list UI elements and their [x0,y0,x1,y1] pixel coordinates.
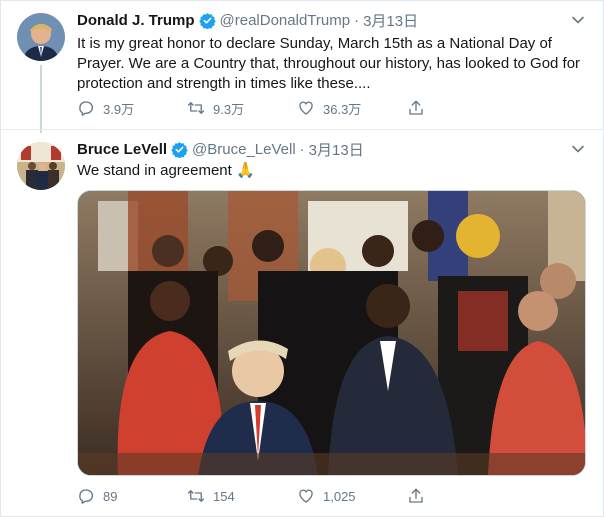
retweet-icon [187,490,205,502]
avatar[interactable] [17,142,65,190]
separator: · [299,140,305,158]
separator: · [354,11,360,29]
prayer-photo-image [78,191,585,475]
handle[interactable]: @realDonaldTrump [220,12,351,29]
thread-line [40,65,42,133]
verified-badge-icon [171,141,188,158]
like-count: 36.3万 [323,101,362,117]
timestamp[interactable]: 3月13日 [309,139,364,160]
tweet-2[interactable]: Bruce LeVell @Bruce_LeVell · 3月13日 We st… [1,129,604,517]
reply-icon [79,489,94,504]
reply-icon [79,101,94,116]
tweet-header: Donald J. Trump @realDonaldTrump · 3月13日 [77,10,565,30]
tweet-actions: 3.9万 9.3万 36.3万 [77,98,507,118]
tweet-thread: Donald J. Trump @realDonaldTrump · 3月13日… [0,0,604,517]
timestamp[interactable]: 3月13日 [363,10,418,31]
retweet-count: 154 [213,488,235,504]
like-icon [299,489,313,503]
display-name[interactable]: Bruce LeVell [77,141,167,158]
like-button[interactable]: 36.3万 [297,99,407,118]
verified-badge-icon [198,12,216,29]
retweet-icon [187,102,205,114]
share-button[interactable] [407,99,447,117]
chevron-down-icon[interactable] [571,13,585,27]
share-button[interactable] [407,487,447,505]
share-icon [409,100,423,115]
reply-button[interactable]: 89 [77,487,187,505]
retweet-count: 9.3万 [213,101,245,117]
chevron-down-icon[interactable] [571,142,585,156]
display-name[interactable]: Donald J. Trump [77,12,195,29]
tweet-text: We stand in agreement 🙏 [77,162,255,179]
tweet-actions: 89 154 1,025 [77,486,507,506]
avatar[interactable] [17,13,65,61]
retweet-button[interactable]: 9.3万 [187,99,297,118]
share-icon [409,488,423,503]
like-icon [299,101,313,115]
like-button[interactable]: 1,025 [297,487,407,505]
tweet-photo[interactable] [77,190,586,476]
handle[interactable]: @Bruce_LeVell [192,141,296,158]
retweet-button[interactable]: 154 [187,487,297,505]
tweet-text: It is my great honor to declare Sunday, … [77,35,581,92]
reply-count: 3.9万 [103,101,135,117]
tweet-header: Bruce LeVell @Bruce_LeVell · 3月13日 [77,139,565,159]
like-count: 1,025 [323,488,356,504]
tweet-1[interactable]: Donald J. Trump @realDonaldTrump · 3月13日… [1,1,604,133]
reply-count: 89 [103,488,118,504]
reply-button[interactable]: 3.9万 [77,99,187,118]
